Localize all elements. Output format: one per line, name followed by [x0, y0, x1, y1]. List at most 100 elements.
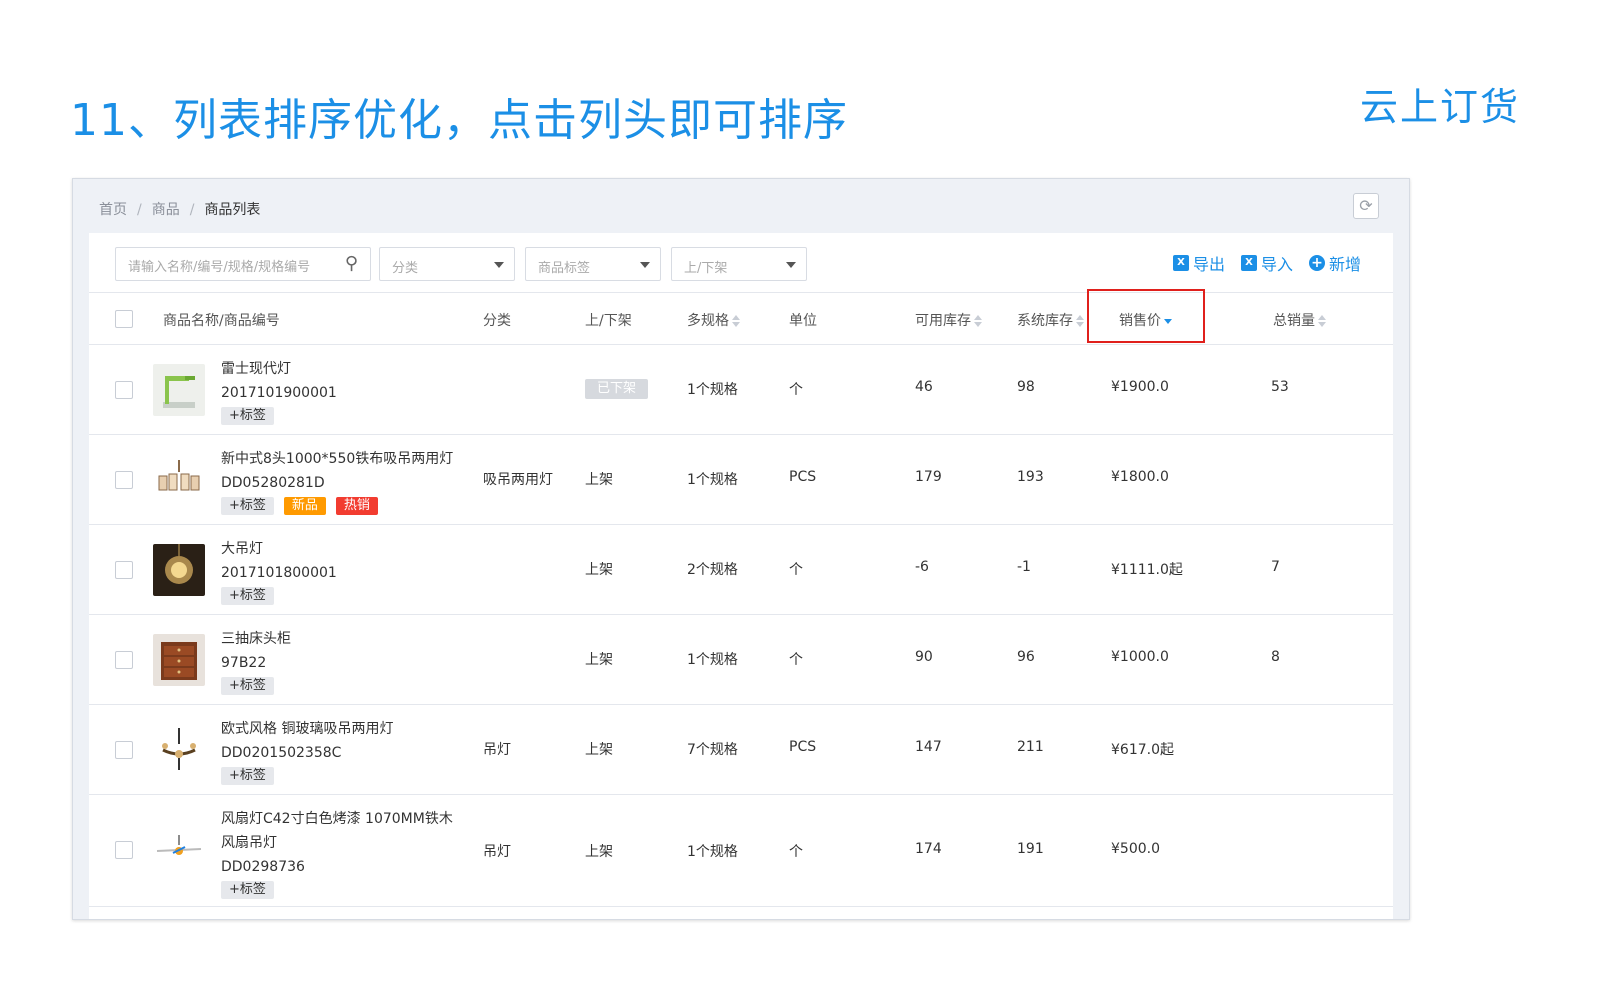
- row-checkbox[interactable]: [115, 561, 133, 579]
- product-name[interactable]: 三抽床头柜: [221, 627, 471, 651]
- product-name[interactable]: 新中式8头1000*550铁布吸吊两用灯: [221, 447, 471, 471]
- export-button[interactable]: X 导出: [1172, 251, 1225, 275]
- available-stock-cell: 147: [915, 739, 942, 755]
- add-tag-button[interactable]: +标签: [221, 407, 274, 425]
- product-name[interactable]: 雷士现代灯: [221, 357, 471, 381]
- column-total-sales[interactable]: 总销量: [1273, 310, 1326, 330]
- import-label: 导入: [1260, 255, 1293, 274]
- table-row: 风扇灯C42寸白色烤漆 1070MM铁木风扇吊灯 DD0298736 +标签 吊…: [89, 795, 1393, 907]
- column-system-stock[interactable]: 系统库存: [1017, 310, 1084, 330]
- price-cell: ¥1800.0: [1111, 469, 1169, 485]
- status-badge[interactable]: 已下架: [585, 379, 649, 399]
- plus-circle-icon: +: [1308, 255, 1325, 271]
- excel-export-icon: X: [1172, 255, 1189, 271]
- available-stock-cell: 179: [915, 469, 942, 485]
- status-cell[interactable]: 上架: [585, 559, 613, 579]
- status-cell[interactable]: 上架: [585, 739, 613, 759]
- column-sales-label: 总销量: [1273, 313, 1315, 329]
- sort-highlight-box: [1087, 289, 1205, 343]
- category-select-label: 分类: [392, 261, 419, 276]
- system-stock-cell: 211: [1017, 739, 1044, 755]
- system-stock-cell: 96: [1017, 649, 1035, 665]
- export-label: 导出: [1192, 255, 1225, 274]
- category-cell: 吊灯: [483, 844, 511, 860]
- product-code: 2017101900001: [221, 385, 337, 401]
- table-row: 三抽床头柜 97B22 +标签 上架 1个规格 个 90 96 ¥1000.0 …: [89, 615, 1393, 705]
- product-info: 风扇灯C42寸白色烤漆 1070MM铁木风扇吊灯 DD0298736 +标签: [221, 807, 471, 899]
- product-code: 97B22: [221, 655, 267, 671]
- tag-select[interactable]: 商品标签: [525, 247, 661, 281]
- product-thumbnail[interactable]: [153, 364, 205, 416]
- slide-title: 11、列表排序优化，点击列头即可排序: [70, 95, 848, 146]
- add-tag-button[interactable]: +标签: [221, 587, 274, 605]
- row-checkbox[interactable]: [115, 741, 133, 759]
- product-code: DD0201502358C: [221, 745, 342, 761]
- specs-cell: 1个规格: [687, 382, 738, 398]
- system-stock-cell: -1: [1017, 559, 1031, 575]
- product-info: 新中式8头1000*550铁布吸吊两用灯 DD05280281D +标签 新品 …: [221, 447, 471, 515]
- product-name[interactable]: 风扇灯C42寸白色烤漆 1070MM铁木风扇吊灯: [221, 807, 466, 855]
- price-cell: ¥500.0: [1111, 841, 1160, 857]
- table-row: 新中式8头1000*550铁布吸吊两用灯 DD05280281D +标签 新品 …: [89, 435, 1393, 525]
- product-thumbnail[interactable]: [153, 544, 205, 596]
- column-category: 分类: [483, 313, 511, 329]
- status-cell[interactable]: 上架: [585, 841, 613, 861]
- tag-select-label: 商品标签: [538, 261, 591, 276]
- column-specs[interactable]: 多规格: [687, 310, 740, 330]
- product-code: 2017101800001: [221, 565, 337, 581]
- tag-new: 新品: [283, 497, 326, 515]
- import-button[interactable]: X 导入: [1240, 251, 1293, 275]
- row-checkbox[interactable]: [115, 651, 133, 669]
- status-select[interactable]: 上/下架: [671, 247, 807, 281]
- system-stock-cell: 98: [1017, 379, 1035, 395]
- search-icon[interactable]: ⚲: [345, 253, 358, 274]
- specs-cell: 1个规格: [687, 472, 738, 488]
- sort-icon: [1076, 314, 1084, 328]
- product-thumbnail[interactable]: [153, 825, 205, 877]
- price-cell: ¥617.0起: [1111, 742, 1174, 758]
- category-cell: 吊灯: [483, 742, 511, 758]
- row-checkbox[interactable]: [115, 471, 133, 489]
- search-input[interactable]: 请输入名称/编号/规格/规格编号 ⚲: [115, 247, 371, 281]
- refresh-icon[interactable]: ⟳: [1353, 193, 1379, 219]
- status-select-label: 上/下架: [684, 261, 728, 276]
- add-tag-button[interactable]: +标签: [221, 497, 274, 515]
- system-stock-cell: 191: [1017, 841, 1044, 857]
- sort-icon: [974, 314, 982, 328]
- product-thumbnail[interactable]: [153, 454, 205, 506]
- add-tag-button[interactable]: +标签: [221, 881, 274, 899]
- column-available-stock[interactable]: 可用库存: [915, 310, 982, 330]
- add-button[interactable]: + 新增: [1308, 251, 1361, 275]
- product-code: DD0298736: [221, 859, 305, 875]
- unit-cell: 个: [789, 652, 803, 668]
- status-cell[interactable]: 上架: [585, 649, 613, 669]
- select-all-checkbox[interactable]: [115, 310, 133, 328]
- available-stock-cell: -6: [915, 559, 929, 575]
- product-thumbnail[interactable]: [153, 634, 205, 686]
- product-name[interactable]: 欧式风格 铜玻璃吸吊两用灯: [221, 717, 471, 741]
- toolbar: 请输入名称/编号/规格/规格编号 ⚲ 分类 商品标签 上/下架 X 导出 X 导入 …: [89, 233, 1393, 293]
- breadcrumb-home[interactable]: 首页: [99, 202, 127, 218]
- column-available-label: 可用库存: [915, 313, 971, 329]
- chevron-down-icon: [786, 262, 796, 268]
- row-checkbox[interactable]: [115, 841, 133, 859]
- table-row: 雷士现代灯 2017101900001 +标签 已下架 1个规格 个 46 98…: [89, 345, 1393, 435]
- status-cell[interactable]: 上架: [585, 469, 613, 489]
- column-system-label: 系统库存: [1017, 313, 1073, 329]
- price-cell: ¥1111.0起: [1111, 562, 1183, 578]
- add-tag-button[interactable]: +标签: [221, 677, 274, 695]
- add-tag-button[interactable]: +标签: [221, 767, 274, 785]
- category-select[interactable]: 分类: [379, 247, 515, 281]
- breadcrumb-current: 商品列表: [204, 202, 261, 218]
- breadcrumb: 首页 / 商品 / 商品列表: [99, 202, 261, 218]
- column-unit: 单位: [789, 313, 817, 329]
- product-info: 欧式风格 铜玻璃吸吊两用灯 DD0201502358C +标签: [221, 717, 471, 785]
- specs-cell: 1个规格: [687, 844, 738, 860]
- table-row: 欧式风格 铜玻璃吸吊两用灯 DD0201502358C +标签 吊灯 上架 7个…: [89, 705, 1393, 795]
- available-stock-cell: 46: [915, 379, 933, 395]
- toolbar-actions: X 导出 X 导入 + 新增: [1172, 251, 1361, 275]
- breadcrumb-products[interactable]: 商品: [152, 202, 180, 218]
- product-name[interactable]: 大吊灯: [221, 537, 471, 561]
- product-thumbnail[interactable]: [153, 724, 205, 776]
- row-checkbox[interactable]: [115, 381, 133, 399]
